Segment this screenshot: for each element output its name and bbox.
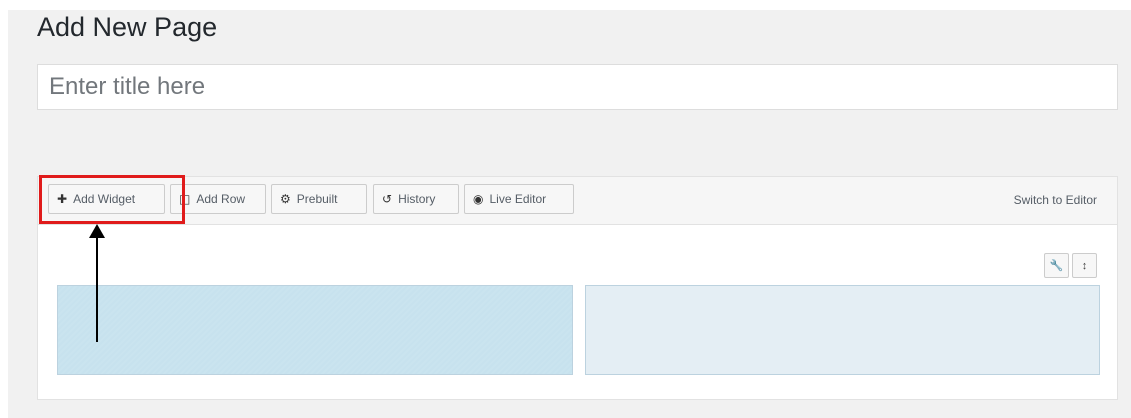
row-tools: 🔧 ↕ xyxy=(1044,253,1097,278)
eye-icon: ◉ xyxy=(473,192,484,206)
row-cell-selected[interactable] xyxy=(57,285,573,375)
add-row-label: Add Row xyxy=(196,192,246,206)
history-label: History xyxy=(398,192,436,206)
title-input[interactable] xyxy=(37,64,1118,110)
screen: Add New Page ✚ Add Widget ◫ Add Row ⚙ Pr… xyxy=(0,0,1131,418)
page-builder-panel: ✚ Add Widget ◫ Add Row ⚙ Prebuilt ↺ Hist… xyxy=(37,176,1118,400)
page-title: Add New Page xyxy=(37,12,218,42)
move-vertical-icon[interactable]: ↕ xyxy=(1072,253,1097,278)
switch-to-editor-link[interactable]: Switch to Editor xyxy=(1014,193,1097,207)
prebuilt-icon: ⚙ xyxy=(280,192,291,206)
prebuilt-label: Prebuilt xyxy=(296,192,338,206)
live-editor-label: Live Editor xyxy=(489,192,547,206)
annotation-arrow-line xyxy=(96,234,98,342)
add-widget-label: Add Widget xyxy=(73,192,136,206)
wrench-icon[interactable]: 🔧 xyxy=(1044,253,1069,278)
row-icon: ◫ xyxy=(179,192,191,206)
add-widget-button[interactable]: ✚ Add Widget xyxy=(48,184,165,214)
plus-icon: ✚ xyxy=(57,192,68,206)
builder-toolbar: ✚ Add Widget ◫ Add Row ⚙ Prebuilt ↺ Hist… xyxy=(38,177,1117,225)
add-row-button[interactable]: ◫ Add Row xyxy=(170,184,266,214)
row-cell[interactable] xyxy=(585,285,1100,375)
history-icon: ↺ xyxy=(382,192,393,206)
live-editor-button[interactable]: ◉ Live Editor xyxy=(464,184,574,214)
prebuilt-button[interactable]: ⚙ Prebuilt xyxy=(271,184,367,214)
history-button[interactable]: ↺ History xyxy=(373,184,459,214)
